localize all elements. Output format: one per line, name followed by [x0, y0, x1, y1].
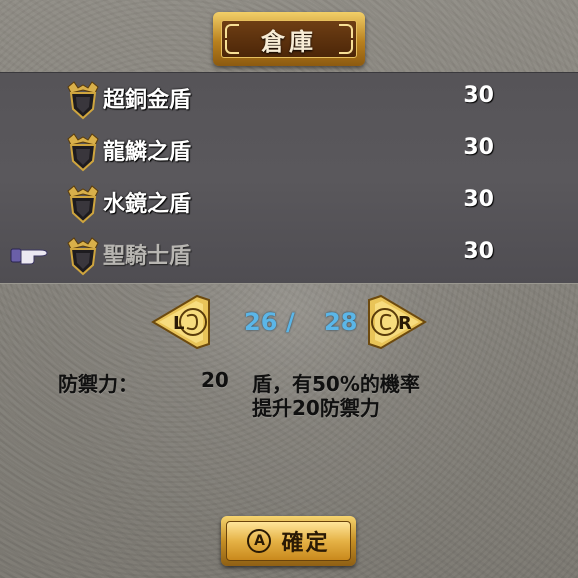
item-name: 龍鱗之盾	[103, 140, 192, 165]
page-left-button[interactable]: L	[151, 290, 213, 354]
page-right-label: R	[398, 313, 412, 334]
list-item[interactable]: 龍鱗之盾 30	[0, 125, 578, 177]
confirm-button[interactable]: A 確定	[221, 516, 356, 566]
stat-value: 20	[201, 368, 229, 392]
title-plate: 倉庫	[213, 12, 365, 66]
item-name: 水鏡之盾	[103, 192, 192, 217]
a-button-icon: A	[247, 529, 272, 553]
list-item-selected[interactable]: 聖騎士盾 30	[0, 229, 578, 281]
item-description-line: 提升20防禦力	[252, 396, 380, 420]
stat-label: 防禦力：	[58, 372, 138, 396]
page-left-label: L	[173, 313, 184, 334]
confirm-label: 確定	[281, 531, 330, 556]
page-title: 倉庫	[261, 27, 317, 56]
item-quantity: 30	[463, 83, 494, 108]
list-item[interactable]: 水鏡之盾 30	[0, 177, 578, 229]
pointing-hand-icon	[10, 248, 48, 265]
item-quantity: 30	[463, 239, 494, 264]
item-name: 聖騎士盾	[103, 244, 192, 269]
item-quantity: 30	[463, 187, 494, 212]
shield-icon	[67, 81, 99, 120]
list-item[interactable]: 超銅金盾 30	[0, 73, 578, 125]
page-current: 26	[244, 308, 278, 336]
item-list: 超銅金盾 30 龍鱗之盾 30 水鏡之盾 30 聖騎士盾 30	[0, 72, 578, 284]
shield-icon	[67, 133, 99, 172]
shield-icon	[67, 237, 99, 276]
shield-icon	[67, 185, 99, 224]
confirm-button-face[interactable]: A 確定	[226, 521, 351, 561]
title-inner: 倉庫	[221, 20, 357, 58]
item-quantity: 30	[463, 135, 494, 160]
page-separator: /	[286, 308, 295, 336]
item-name: 超銅金盾	[103, 88, 192, 113]
page-right-button[interactable]: R	[365, 290, 427, 354]
page-total: 28	[324, 308, 358, 336]
